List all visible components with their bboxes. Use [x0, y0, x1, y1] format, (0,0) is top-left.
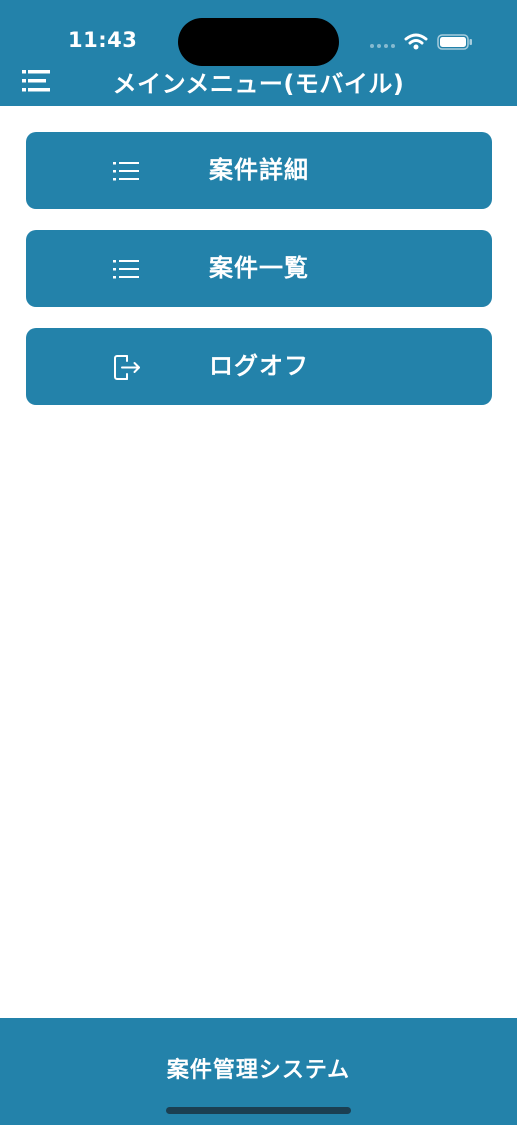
footer-bar: 案件管理システム — [0, 1018, 517, 1125]
case-list-button[interactable]: 案件一覧 — [26, 230, 492, 307]
top-app-bar: 11:43 メインメニュー(モバイル) — [0, 0, 517, 106]
footer-title: 案件管理システム — [166, 1058, 351, 1083]
dynamic-island — [178, 18, 339, 66]
status-time: 11:43 — [68, 28, 138, 52]
wifi-icon — [404, 33, 428, 50]
page-title: メインメニュー(モバイル) — [112, 70, 405, 98]
home-indicator[interactable] — [166, 1107, 351, 1114]
cellular-signal-icon — [370, 44, 395, 48]
case-detail-label: 案件詳細 — [209, 156, 309, 184]
case-detail-button[interactable]: 案件詳細 — [26, 132, 492, 209]
battery-icon — [437, 34, 472, 50]
main-menu: 案件詳細 案件一覧 ログオフ — [26, 132, 492, 426]
case-list-label: 案件一覧 — [209, 254, 309, 282]
logoff-label: ログオフ — [209, 352, 309, 380]
logoff-button[interactable]: ログオフ — [26, 328, 492, 405]
